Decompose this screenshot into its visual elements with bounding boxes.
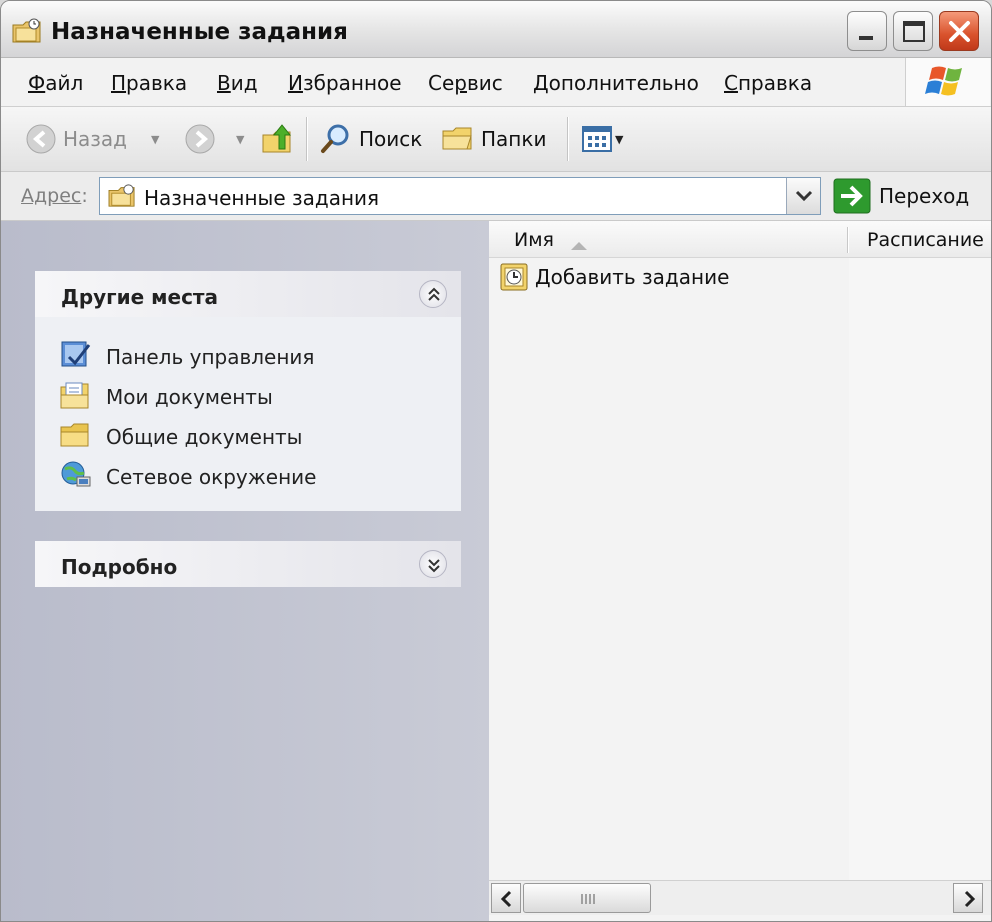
explorer-window: Назначенные задания Файл Правка Вид Избр… — [0, 0, 992, 922]
menu-help[interactable]: Справка — [724, 71, 812, 95]
add-task-icon — [499, 262, 529, 297]
menu-view[interactable]: Вид — [217, 71, 258, 95]
grip-icon — [581, 894, 595, 904]
standard-toolbar: Назад ▼ ▼ Поиск Папки ▼ — [1, 107, 991, 172]
place-network[interactable]: Сетевое окружение — [35, 455, 461, 495]
back-button[interactable]: Назад ▼ — [25, 107, 159, 171]
control-panel-icon — [59, 339, 93, 371]
minimize-icon — [859, 36, 873, 40]
column-header-bar: Имя Расписание — [489, 221, 991, 258]
list-item-label: Добавить задание — [535, 265, 730, 289]
go-arrow-icon — [833, 178, 871, 214]
my-documents-icon — [59, 379, 93, 411]
folders-icon — [442, 127, 472, 150]
horizontal-scrollbar[interactable] — [489, 880, 991, 915]
close-button[interactable] — [939, 11, 979, 51]
shared-documents-icon — [59, 419, 93, 451]
minimize-button[interactable] — [847, 11, 887, 51]
folder-up-icon — [262, 124, 292, 153]
close-icon — [949, 21, 970, 42]
scroll-right-button[interactable] — [953, 883, 983, 913]
chevron-down-icon — [795, 190, 813, 202]
folders-label: Папки — [481, 127, 547, 151]
schedule-column — [849, 258, 991, 880]
up-button[interactable] — [259, 107, 295, 171]
forward-dropdown-icon[interactable]: ▼ — [236, 133, 244, 146]
sort-ascending-icon — [569, 233, 589, 257]
search-label: Поиск — [359, 127, 423, 151]
windows-logo-icon — [905, 58, 990, 106]
task-pane: Другие места Панель управления Мои докум… — [1, 221, 489, 921]
scroll-left-button[interactable] — [491, 883, 521, 913]
scheduled-tasks-folder-icon — [106, 183, 138, 214]
details-panel: Подробно — [35, 541, 461, 587]
go-label: Переход — [879, 184, 970, 208]
address-bar: Адрес: Назначенные задания Переход — [1, 172, 991, 221]
back-label: Назад — [63, 127, 128, 151]
toolbar-separator — [306, 117, 308, 161]
details-title: Подробно — [61, 555, 178, 579]
menu-tools[interactable]: Сервис — [428, 71, 503, 95]
file-list-pane: Имя Расписание Добавить задание — [489, 221, 991, 921]
chevron-right-icon — [964, 890, 976, 908]
title-bar[interactable]: Назначенные задания — [1, 1, 991, 58]
menu-edit[interactable]: Правка — [111, 71, 187, 95]
views-button[interactable]: ▼ — [581, 107, 623, 171]
menu-bar: Файл Правка Вид Избранное Сервис Дополни… — [1, 58, 991, 107]
other-places-title: Другие места — [61, 285, 219, 309]
maximize-button[interactable] — [893, 11, 933, 51]
address-label: Адрес: — [21, 185, 88, 207]
column-divider[interactable] — [847, 227, 849, 253]
go-button[interactable]: Переход — [833, 177, 969, 215]
expand-chevron-down-icon[interactable] — [419, 550, 447, 578]
details-header[interactable]: Подробно — [35, 541, 461, 587]
address-value: Назначенные задания — [144, 186, 380, 210]
toolbar-separator — [567, 117, 569, 161]
place-my-documents[interactable]: Мои документы — [35, 375, 461, 415]
views-icon — [582, 126, 612, 152]
search-icon — [321, 124, 349, 153]
other-places-header[interactable]: Другие места — [35, 271, 461, 317]
place-label: Панель управления — [106, 345, 315, 369]
views-dropdown-icon: ▼ — [615, 132, 624, 146]
place-shared-documents[interactable]: Общие документы — [35, 415, 461, 455]
column-name-header[interactable]: Имя — [514, 229, 554, 251]
place-label: Сетевое окружение — [106, 465, 317, 489]
place-control-panel[interactable]: Панель управления — [35, 335, 461, 375]
menu-file[interactable]: Файл — [28, 71, 83, 95]
chevron-left-icon — [500, 890, 512, 908]
maximize-icon — [903, 21, 925, 42]
column-schedule-header[interactable]: Расписание — [867, 229, 984, 251]
search-button[interactable]: Поиск — [319, 107, 422, 171]
back-dropdown-icon[interactable]: ▼ — [151, 133, 159, 146]
other-places-panel: Другие места Панель управления Мои докум… — [35, 271, 461, 511]
place-label: Мои документы — [106, 385, 273, 409]
forward-button[interactable]: ▼ — [184, 107, 244, 171]
address-dropdown-button[interactable] — [786, 178, 820, 214]
address-field[interactable]: Назначенные задания — [99, 177, 821, 215]
other-places-body: Панель управления Мои документы Общие до… — [35, 317, 461, 511]
folders-button[interactable]: Папки — [441, 107, 546, 171]
window-title: Назначенные задания — [51, 19, 348, 45]
collapse-chevron-up-icon[interactable] — [419, 280, 447, 308]
place-label: Общие документы — [106, 425, 303, 449]
menu-advanced[interactable]: Дополнительно — [533, 71, 699, 95]
back-arrow-icon — [26, 124, 56, 154]
network-places-icon — [59, 459, 93, 491]
forward-arrow-icon — [185, 124, 215, 154]
scrollbar-thumb[interactable] — [523, 883, 651, 913]
scheduled-tasks-folder-icon — [11, 17, 43, 45]
menu-favorites[interactable]: Избранное — [288, 71, 402, 95]
